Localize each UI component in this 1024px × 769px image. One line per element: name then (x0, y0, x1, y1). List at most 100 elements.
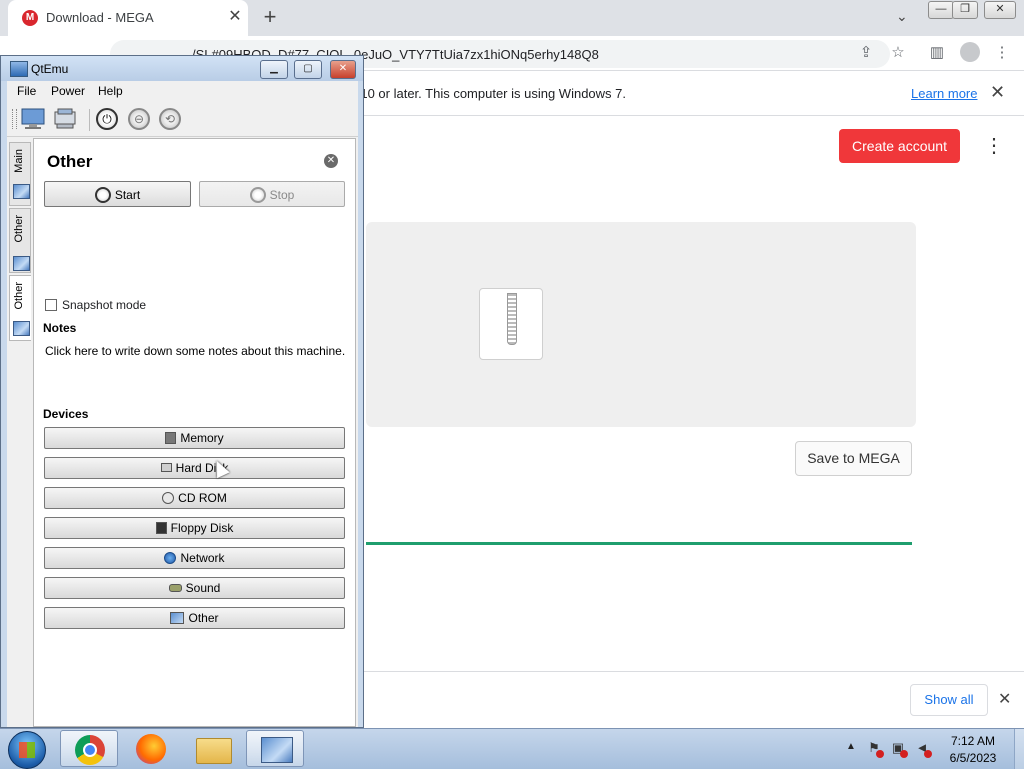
tab-main-label: Main (13, 149, 25, 173)
download-progress-bar (366, 542, 912, 545)
learn-more-link[interactable]: Learn more (911, 86, 977, 101)
snapshot-mode-label[interactable]: Snapshot mode (62, 298, 146, 312)
machine-tabs: Main Other Other (7, 138, 33, 727)
tab-other-2[interactable]: Other (9, 275, 31, 341)
downloads-shelf-close-icon[interactable]: ✕ (998, 689, 1011, 709)
volume-muted-icon[interactable]: ◄ (914, 740, 932, 758)
taskbar-explorer[interactable] (184, 730, 242, 767)
device-label: Memory (180, 431, 224, 445)
mega-favicon-icon: M (22, 10, 38, 26)
new-tab-button[interactable]: + (258, 5, 282, 29)
show-hidden-icons-icon[interactable]: ▲ (846, 741, 856, 752)
bookmark-star-icon[interactable]: ☆ (889, 44, 907, 62)
tab-other-1[interactable]: Other (9, 208, 31, 273)
toolbar-grip[interactable] (12, 109, 17, 129)
tab-other-2-label: Other (13, 282, 25, 310)
stop-power-icon[interactable]: ⊖ (128, 108, 150, 130)
qtemu-menubar: File Power Help (7, 81, 358, 101)
zip-file-icon (479, 288, 543, 360)
qtemu-icon (261, 737, 293, 763)
tab-title: Download - MEGA (46, 10, 154, 25)
clock-date[interactable]: 6/5/2023 (930, 751, 1016, 765)
other-device-icon (170, 611, 185, 624)
qtemu-app-icon (10, 61, 28, 77)
maximize-button[interactable]: ❐ (952, 1, 978, 19)
device-label: Floppy Disk (170, 521, 234, 535)
device-hard-disk-button[interactable]: Hard Disk (44, 457, 345, 479)
new-machine-icon[interactable] (21, 108, 45, 130)
snapshot-mode-checkbox[interactable] (45, 299, 57, 311)
machine-panel: Other ✕ Start Stop Snapshot mode Notes C… (33, 138, 356, 727)
qtemu-title: QtEmu (31, 62, 69, 76)
windows-logo-icon (19, 742, 35, 758)
create-account-button[interactable]: Create account (839, 129, 960, 163)
machine-icon (13, 184, 30, 199)
memory-icon (165, 431, 177, 444)
qtemu-minimize-button[interactable]: ▁ (260, 60, 288, 79)
tab-other-1-label: Other (13, 215, 25, 243)
menu-help[interactable]: Help (98, 84, 123, 98)
restart-power-icon[interactable]: ⟲ (159, 108, 181, 130)
qtemu-close-button[interactable]: ✕ (330, 60, 356, 79)
device-label: CD ROM (178, 491, 227, 505)
hard-disk-icon (160, 463, 172, 473)
network-icon (164, 551, 177, 564)
chrome-icon (75, 735, 105, 765)
sound-icon (168, 583, 182, 592)
stop-label: Stop (269, 188, 295, 202)
device-floppy-disk-button[interactable]: Floppy Disk (44, 517, 345, 539)
qtemu-client-area: File Power Help ⏻ ⊖ ⟲ Main Other Other O… (7, 81, 358, 727)
action-center-icon[interactable]: ⚑ (866, 740, 884, 758)
machine-icon (13, 256, 30, 271)
tab-main[interactable]: Main (9, 142, 31, 206)
tab-search-chevron-icon[interactable]: ⌄ (896, 8, 908, 25)
taskbar-firefox[interactable] (122, 730, 180, 767)
chrome-menu-icon[interactable]: ⋮ (993, 44, 1011, 62)
page-menu-icon[interactable]: ⋮ (984, 136, 1004, 156)
menu-file[interactable]: File (17, 84, 36, 98)
toolbar-separator (89, 109, 90, 131)
browser-tab[interactable]: M Download - MEGA ✕ (8, 0, 248, 36)
start-label: Start (114, 188, 141, 202)
qtemu-window: QtEmu ▁ ▢ ✕ File Power Help ⏻ ⊖ ⟲ Main O… (0, 55, 364, 728)
start-power-icon[interactable]: ⏻ (96, 108, 118, 130)
close-machine-icon[interactable]: ✕ (324, 154, 338, 168)
download-progress-fill (366, 542, 912, 545)
save-to-mega-button[interactable]: Save to MEGA (795, 441, 912, 476)
device-memory-button[interactable]: Memory (44, 427, 345, 449)
qtemu-maximize-button[interactable]: ▢ (294, 60, 322, 79)
devices-heading: Devices (43, 407, 89, 421)
taskbar-qtemu[interactable] (246, 730, 304, 767)
notes-heading: Notes (43, 321, 77, 335)
start-button[interactable]: Start (44, 181, 191, 207)
network-tray-icon[interactable]: ▣ (890, 740, 908, 758)
qtemu-toolbar: ⏻ ⊖ ⟲ (7, 101, 358, 137)
close-window-button[interactable]: ✕ (984, 1, 1016, 19)
tab-close-icon[interactable]: ✕ (226, 8, 244, 26)
clock-time[interactable]: 7:12 AM (930, 734, 1016, 748)
infobar-close-icon[interactable]: ✕ (990, 82, 1005, 103)
menu-power[interactable]: Power (51, 84, 85, 98)
profile-avatar-icon[interactable] (960, 42, 980, 62)
device-network-button[interactable]: Network (44, 547, 345, 569)
notes-field[interactable]: Click here to write down some notes abou… (45, 344, 345, 358)
stop-button[interactable]: Stop (199, 181, 345, 207)
machine-icon (13, 321, 30, 336)
show-desktop-button[interactable] (1014, 729, 1024, 769)
show-all-downloads-button[interactable]: Show all (910, 684, 988, 716)
device-label: Sound (185, 581, 221, 595)
minimize-button[interactable]: — (928, 1, 954, 19)
open-machine-icon[interactable] (53, 108, 77, 130)
device-cd-rom-button[interactable]: CD ROM (44, 487, 345, 509)
browser-tabstrip: M Download - MEGA ✕ + ⌄ — ❐ ✕ (0, 0, 1024, 36)
qtemu-titlebar[interactable]: QtEmu ▁ ▢ ✕ (1, 56, 363, 81)
device-sound-button[interactable]: Sound (44, 577, 345, 599)
device-other-button[interactable]: Other (44, 607, 345, 629)
device-label: Network (180, 551, 225, 565)
side-panel-icon[interactable]: ▥ (928, 44, 946, 62)
stop-power-icon (249, 186, 266, 203)
start-button[interactable] (8, 731, 46, 769)
taskbar-chrome[interactable] (60, 730, 118, 767)
share-icon[interactable]: ⇪ (857, 44, 875, 62)
windows-taskbar: ▲ ⚑ ▣ ◄ 7:12 AM 6/5/2023 (0, 728, 1024, 769)
